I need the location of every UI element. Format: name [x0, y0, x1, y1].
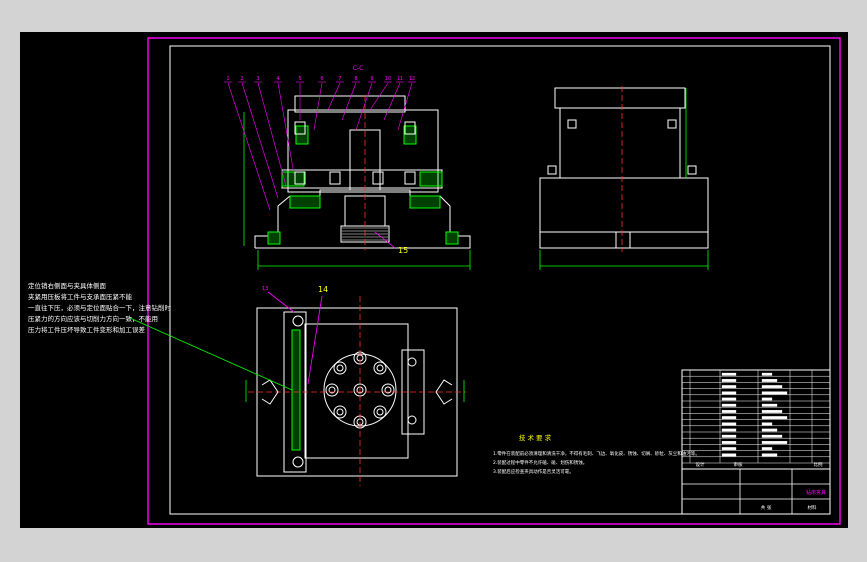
note-line-0: 定位销右侧面与夹具体侧面 [28, 281, 107, 290]
tech-line-2: 3.装配后应检查夹具动作是否灵活可靠。 [493, 468, 574, 475]
parts-list-cell-spec-7 [761, 416, 788, 420]
title-label-material: 材料 [808, 504, 817, 511]
parts-list-cell-text-2 [721, 385, 737, 389]
note-line-2: 一直往下压，必须与定位面贴合一下，注意钻削时 [28, 303, 172, 312]
part-number-2: 2 [240, 76, 243, 82]
parts-list-cell-spec-4 [761, 397, 773, 401]
balloon-13: 13 [262, 286, 268, 292]
parts-list-cell-spec-6 [761, 410, 783, 413]
hatch-region-4 [295, 125, 309, 145]
parts-list-cell-text-8 [721, 422, 737, 426]
parts-list-cell-spec-8 [761, 422, 773, 426]
part-number-3: 3 [256, 76, 259, 82]
hatch-region-1 [419, 171, 443, 187]
parts-list-cell-spec-5 [761, 403, 778, 407]
parts-list-cell-spec-12 [761, 447, 773, 451]
part-number-6: 6 [320, 76, 323, 82]
note-line-4: 压力将工件压坏导致工件变形和加工误差 [28, 325, 146, 334]
part-number-8: 8 [354, 76, 357, 82]
hatch-region-7 [445, 231, 459, 245]
parts-list-cell-spec-10 [761, 434, 783, 438]
parts-list-cell-text-0 [721, 372, 737, 376]
parts-list-cell-text-12 [721, 447, 737, 451]
parts-list-cell-text-7 [721, 416, 737, 420]
parts-list-cell-text-9 [721, 428, 737, 432]
hatch-region-6 [267, 231, 281, 245]
parts-list-cell-spec-2 [761, 385, 783, 389]
tech-title: 技 术 要 求 [519, 433, 552, 442]
parts-list-cell-text-6 [721, 410, 737, 413]
balloon-14: 14 [318, 285, 328, 294]
note-line-1: 夹紧用压板将工件与支承面压紧不能 [28, 292, 133, 301]
title-label-scale: 比例 [814, 461, 823, 468]
part-number-12: 12 [409, 76, 415, 82]
cad-viewport: { "colors": { "background": "#000000", "… [0, 0, 867, 562]
parts-list-cell-text-10 [721, 434, 737, 438]
title-label-check: 审核 [734, 461, 743, 468]
tech-line-0: 1.零件在装配前必须清理和清洗干净，不得有毛刺、飞边、氧化皮、锈蚀、切屑、砂粒、… [493, 450, 700, 457]
title-drawing-name: 钻床夹具 [806, 489, 826, 496]
cad-drawing: 1 2 3 4 5 6 7 8 9 10 11 12C-C151413定位销右侧面与夹具体侧面夹紧用压… [20, 32, 848, 528]
part-number-9: 9 [370, 76, 373, 82]
parts-list-cell-text-5 [721, 403, 737, 407]
hatch-region-3 [409, 195, 441, 209]
parts-list-cell-spec-3 [761, 391, 788, 395]
part-number-7: 7 [338, 76, 341, 82]
hatch-region-2 [289, 195, 321, 209]
balloon-15: 15 [398, 246, 408, 255]
parts-list-cell-spec-11 [761, 441, 788, 444]
parts-list-cell-spec-9 [761, 428, 778, 432]
parts-list-cell-text-4 [721, 397, 737, 401]
parts-list-cell-text-1 [721, 379, 737, 382]
top-clamp-hatch [291, 329, 301, 451]
section-label: C-C [353, 65, 364, 72]
parts-list-cell-spec-13 [761, 453, 778, 457]
part-number-1: 1 [226, 76, 229, 82]
part-number-11: 11 [397, 76, 403, 82]
part-number-4: 4 [276, 76, 279, 82]
title-label-sheet: 共 张 [761, 504, 772, 511]
parts-list-cell-text-3 [721, 391, 737, 395]
parts-list-cell-text-13 [721, 453, 737, 457]
part-number-5: 5 [298, 76, 301, 82]
hatch-region-5 [403, 125, 417, 145]
tech-line-1: 2.装配过程中零件不允许磕、碰、划伤和锈蚀。 [493, 459, 587, 466]
part-number-10: 10 [385, 76, 391, 82]
parts-list-cell-text-11 [721, 441, 737, 444]
title-label-design: 设计 [696, 461, 705, 468]
parts-list-cell-spec-0 [761, 372, 773, 376]
parts-list-cell-spec-1 [761, 379, 778, 382]
